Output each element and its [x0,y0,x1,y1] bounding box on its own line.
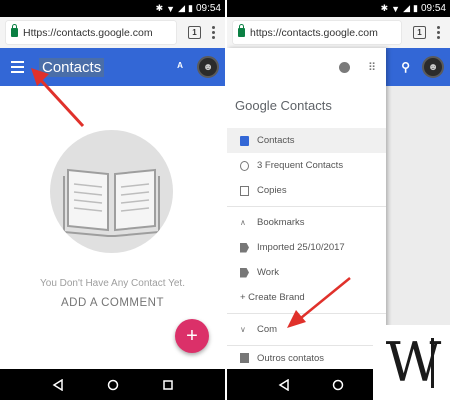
other-contacts-icon [240,353,249,363]
system-nav-bar [0,369,225,400]
url-field[interactable]: Https://contacts.google.com [6,21,176,44]
divider [227,206,386,207]
lock-icon [11,24,18,37]
tab-switcher-button[interactable]: 1 [413,26,426,39]
url-field[interactable]: https://contacts.google.com [233,21,401,44]
copy-icon [240,185,249,196]
drawer-item-other-contacts[interactable]: Outros contatos [227,349,386,367]
collapse-item[interactable]: ∨ Com [227,317,386,342]
browser-toolbar: https://contacts.google.com 1 [227,17,450,48]
create-label-button[interactable]: + Create Brand [227,285,386,310]
back-icon[interactable] [278,378,290,391]
url-text: Https://contacts.google.com [23,26,153,39]
logo-letter: W [385,331,441,394]
empty-state-illustration [50,130,173,253]
chevron-up-icon: ∧ [240,217,246,227]
avatar[interactable]: ☻ [422,56,444,78]
browser-toolbar: Https://contacts.google.com 1 [0,17,225,48]
signal-icon: ◢ [403,3,411,13]
wifi-icon: ▼ [391,3,401,14]
app-bar: ⚲ ☻ [386,48,450,86]
avatar[interactable]: ☻ [197,56,219,78]
status-bar: ✱ ▼ ◢ ▮ 09:54 [227,0,450,17]
signal-icon: ◢ [178,3,186,13]
drawer-item-contacts[interactable]: Contacts [227,128,386,153]
search-icon[interactable]: ⚲ [401,60,410,74]
app-bar: Contacts ᴬ ☻ [0,48,225,86]
chevron-down-icon: ∨ [240,324,246,334]
bluetooth-icon: ✱ [380,3,389,13]
clock: 09:54 [420,3,446,14]
history-icon [240,160,249,171]
drawer-title: Google Contacts [235,98,332,113]
page-title: Contacts [39,57,105,77]
back-icon[interactable] [52,378,64,391]
left-screen: ✱ ▼ ◢ ▮ 09:54 Https://contacts.google.co… [0,0,225,400]
empty-state-message: You Don't Have Any Contact Yet. [40,278,185,289]
create-label-text: + Create Brand [240,292,305,303]
status-bar: ✱ ▼ ◢ ▮ 09:54 [0,0,225,17]
divider [227,313,386,314]
overflow-menu-icon[interactable] [211,26,215,39]
menu-icon[interactable] [11,61,24,73]
home-icon[interactable] [332,379,344,391]
book-icon [63,168,160,237]
collapse-item-label: Com [257,324,278,335]
battery-icon: ▮ [188,3,193,13]
drawer-item-label: Contacts [257,135,295,146]
drawer-item-label: 3 Frequent Contacts [257,160,344,171]
recents-icon[interactable] [162,379,174,391]
drawer-item-label: Copies [257,185,287,196]
drawer-item-copies[interactable]: Copies [227,178,386,203]
battery-icon: ▮ [413,3,418,13]
divider [227,345,386,346]
navigation-drawer: ⠿ Google Contacts Contacts 3 Frequent Co… [227,48,386,369]
tab-switcher-button[interactable]: 1 [188,26,201,39]
apps-icon[interactable]: ᴬ [177,60,183,74]
drawer-top: ⠿ [227,48,386,86]
account-icon[interactable] [338,61,350,73]
drawer-item-frequent[interactable]: 3 Frequent Contacts [227,153,386,178]
lock-icon [238,24,245,37]
bluetooth-icon: ✱ [155,3,164,13]
bookmarks-label: Bookmarks [257,217,305,228]
label-item-work[interactable]: Work [227,260,386,285]
clock: 09:54 [195,3,221,14]
url-text: https://contacts.google.com [250,26,378,39]
apps-grid-icon[interactable]: ⠿ [368,61,376,74]
add-contact-button[interactable]: + [175,319,209,353]
label-icon [240,242,249,253]
bookmarks-header[interactable]: ∧ Bookmarks [227,210,386,235]
label-item-text: Work [257,267,279,278]
watermark-logo: W [373,325,450,400]
label-item-text: Imported 25/10/2017 [257,242,345,253]
wifi-icon: ▼ [166,3,176,14]
add-comment-link[interactable]: ADD A COMMENT [0,297,225,309]
contacts-icon [240,135,249,146]
drawer-item-label: Outros contatos [257,352,325,364]
home-icon[interactable] [107,379,119,391]
overflow-menu-icon[interactable] [436,26,440,39]
label-item-imported[interactable]: Imported 25/10/2017 [227,235,386,260]
label-icon [240,267,249,278]
logo-bar [431,338,434,388]
